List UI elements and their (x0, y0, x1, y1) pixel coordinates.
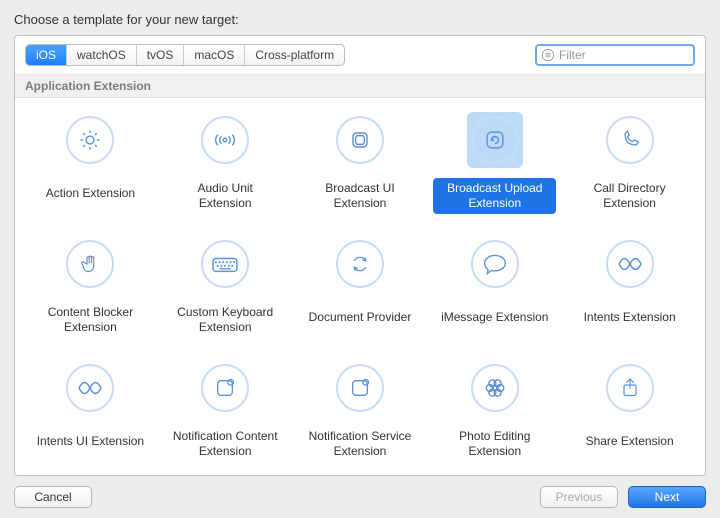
platform-tab-ios[interactable]: iOS (26, 45, 67, 65)
template-label: Broadcast UI Extension (299, 178, 422, 214)
template-label: Notification Content Extension (164, 426, 287, 462)
waves-icon (606, 240, 654, 288)
filter-field-wrap (535, 44, 695, 66)
platform-tab-watchos[interactable]: watchOS (67, 45, 137, 65)
template-label: Notification Service Extension (299, 426, 422, 462)
dialog-title: Choose a template for your new target: (14, 12, 706, 27)
flower-icon (471, 364, 519, 412)
hand-icon (66, 240, 114, 288)
template-item[interactable]: Share Extension (564, 354, 695, 470)
template-item[interactable]: Audio Unit Extension (160, 106, 291, 222)
template-item[interactable]: Content Blocker Extension (25, 230, 156, 346)
template-item[interactable]: Custom Keyboard Extension (160, 230, 291, 346)
template-label: Custom Keyboard Extension (164, 302, 287, 338)
template-label: iMessage Extension (435, 302, 554, 332)
platform-tab-macos[interactable]: macOS (184, 45, 245, 65)
template-item[interactable]: Photo Editing Extension (429, 354, 560, 470)
template-item[interactable]: Action Extension (25, 106, 156, 222)
template-label: Content Blocker Extension (29, 302, 152, 338)
template-item[interactable]: Notification Service Extension (295, 354, 426, 470)
template-item[interactable]: Broadcast UI Extension (295, 106, 426, 222)
template-label: Call Directory Extension (568, 178, 691, 214)
template-item[interactable]: Broadcast Upload Extension (429, 106, 560, 222)
template-item[interactable]: iMessage Extension (429, 230, 560, 346)
cancel-button[interactable]: Cancel (14, 486, 92, 508)
waves-icon (66, 364, 114, 412)
cycle-icon (336, 240, 384, 288)
filter-input[interactable] (535, 44, 695, 66)
template-label: Broadcast Upload Extension (433, 178, 556, 214)
template-label: Intents UI Extension (31, 426, 150, 456)
template-label: Action Extension (40, 178, 141, 208)
platform-segmented-control: iOSwatchOStvOSmacOSCross-platform (25, 44, 345, 66)
template-label: Share Extension (580, 426, 680, 456)
platform-tab-tvos[interactable]: tvOS (137, 45, 185, 65)
stack-icon (336, 116, 384, 164)
speech-icon (471, 240, 519, 288)
stack-refresh-icon (471, 116, 519, 164)
phone-icon (606, 116, 654, 164)
previous-button[interactable]: Previous (540, 486, 618, 508)
template-item[interactable]: Document Provider (295, 230, 426, 346)
gear-icon (66, 116, 114, 164)
app-badge-icon (201, 364, 249, 412)
app-badge-icon (336, 364, 384, 412)
template-label: Document Provider (303, 302, 418, 332)
template-label: Intents Extension (578, 302, 682, 332)
next-button[interactable]: Next (628, 486, 706, 508)
template-item[interactable]: Call Directory Extension (564, 106, 695, 222)
template-label: Photo Editing Extension (433, 426, 556, 462)
keyboard-icon (201, 240, 249, 288)
template-grid-scroll[interactable]: Action Extension Audio Unit Extension Broa… (15, 98, 705, 475)
template-panel: iOSwatchOStvOSmacOSCross-platform Applic… (14, 35, 706, 476)
template-item[interactable]: Notification Content Extension (160, 354, 291, 470)
share-icon (606, 364, 654, 412)
filter-icon (541, 48, 555, 62)
template-item[interactable]: Intents Extension (564, 230, 695, 346)
soundwave-icon (201, 116, 249, 164)
platform-tab-crossplatform[interactable]: Cross-platform (245, 45, 344, 65)
section-header: Application Extension (15, 75, 705, 98)
template-item[interactable]: Intents UI Extension (25, 354, 156, 470)
template-label: Audio Unit Extension (164, 178, 287, 214)
